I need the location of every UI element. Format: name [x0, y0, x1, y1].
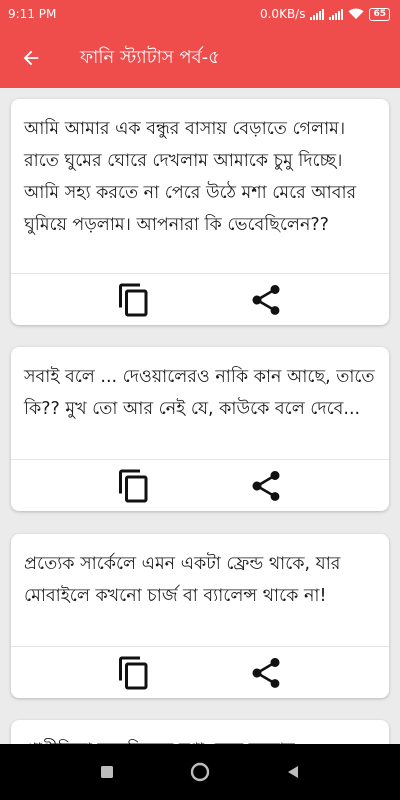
- share-icon: [252, 657, 280, 688]
- recents-button[interactable]: [87, 752, 127, 792]
- copy-icon: [119, 656, 148, 689]
- status-card: সবাই বলে ... দেওয়ালেরও নাকি কান আছে, তা…: [11, 347, 389, 511]
- share-button[interactable]: [246, 466, 286, 506]
- status-indicators: 0.0KB/s 65: [260, 7, 390, 21]
- recents-icon: [100, 766, 113, 778]
- share-icon: [252, 470, 280, 501]
- home-button[interactable]: [180, 752, 220, 792]
- card-actions: [11, 459, 389, 511]
- status-card: প্রাণীবিদ্যা বলেছিলেন মশা মেরে অন্যায়: [11, 720, 389, 744]
- copy-button[interactable]: [114, 466, 154, 506]
- status-list[interactable]: আমি আমার এক বন্ধুর বাসায় বেড়াতে গেলাম।…: [0, 88, 400, 744]
- back-button[interactable]: [0, 28, 62, 88]
- status-card: আমি আমার এক বন্ধুর বাসায় বেড়াতে গেলাম।…: [11, 99, 389, 325]
- status-card: প্রত্যেক সার্কেলে এমন একটা ফ্রেন্ড থাকে,…: [11, 534, 389, 698]
- status-text[interactable]: আমি আমার এক বন্ধুর বাসায় বেড়াতে গেলাম।…: [11, 99, 389, 241]
- share-button[interactable]: [246, 280, 286, 320]
- battery-icon: 65: [369, 7, 390, 21]
- wifi-icon: [348, 8, 364, 19]
- status-text[interactable]: প্রত্যেক সার্কেলে এমন একটা ফ্রেন্ড থাকে,…: [11, 534, 389, 612]
- back-triangle-icon: [288, 766, 299, 778]
- home-icon: [190, 762, 210, 782]
- share-button[interactable]: [246, 653, 286, 693]
- card-actions: [11, 646, 389, 698]
- system-nav-bar: [0, 744, 400, 800]
- signal-icon: [310, 8, 325, 20]
- arrow-back-icon: [23, 50, 39, 66]
- copy-button[interactable]: [114, 280, 154, 320]
- copy-icon: [119, 469, 148, 502]
- signal-icon-2: [329, 8, 344, 20]
- copy-button[interactable]: [114, 653, 154, 693]
- card-actions: [11, 273, 389, 325]
- status-text[interactable]: সবাই বলে ... দেওয়ালেরও নাকি কান আছে, তা…: [11, 347, 389, 425]
- network-speed: 0.0KB/s: [259, 7, 306, 21]
- status-time: 9:11 PM: [8, 7, 57, 21]
- status-text[interactable]: প্রাণীবিদ্যা বলেছিলেন মশা মেরে অন্যায়: [11, 720, 389, 744]
- page-title: ফানি স্ট্যাটাস পর্ব-৫: [80, 46, 220, 68]
- app-bar: ফানি স্ট্যাটাস পর্ব-৫: [0, 28, 400, 88]
- nav-back-button[interactable]: [273, 752, 313, 792]
- share-icon: [252, 284, 280, 315]
- status-bar: 9:11 PM 0.0KB/s 65: [0, 0, 400, 28]
- copy-icon: [119, 283, 148, 316]
